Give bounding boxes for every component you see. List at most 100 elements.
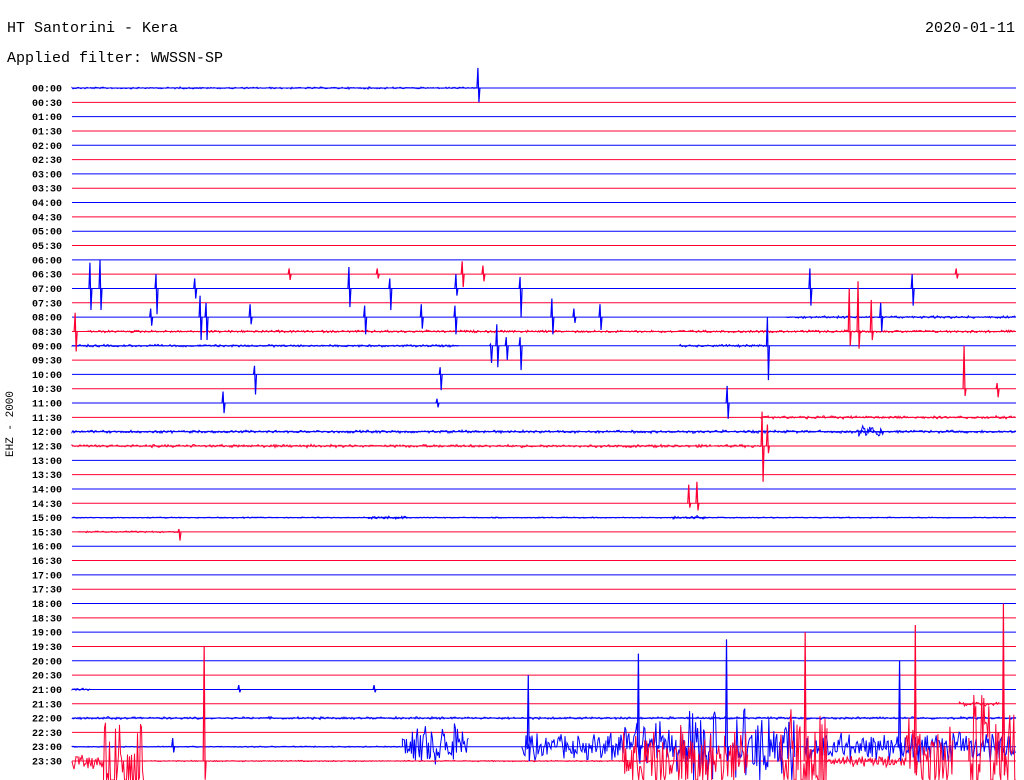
seismic-event-spike — [869, 299, 874, 341]
row-time-label: 21:30 — [32, 700, 62, 711]
seismic-event-spike — [910, 274, 915, 306]
seismic-event-spike — [481, 265, 486, 282]
row-time-label: 14:30 — [32, 500, 62, 511]
seismic-event-spike — [252, 365, 258, 395]
noise-burst — [622, 724, 749, 780]
row-time-label: 18:00 — [32, 600, 62, 611]
row-time-label: 04:30 — [32, 213, 62, 224]
row-time-label: 09:00 — [32, 342, 62, 353]
seismic-event-spike — [518, 276, 523, 318]
seismic-event-spike — [221, 391, 226, 414]
seismic-event-spike — [518, 337, 523, 371]
seismic-event-spike — [375, 268, 380, 279]
row-time-label: 08:00 — [32, 314, 62, 325]
row-time-label: 19:30 — [32, 643, 62, 654]
row-time-label: 14:00 — [32, 485, 62, 496]
row-time-label: 20:30 — [32, 672, 62, 683]
seismic-event-spike — [435, 398, 440, 408]
seismic-event-spike — [765, 317, 771, 381]
row-time-label: 16:30 — [32, 557, 62, 568]
noise-burst — [71, 754, 104, 770]
row-time-label: 23:00 — [32, 743, 62, 754]
seismic-event-spike — [856, 281, 861, 349]
row-time-label: 08:30 — [32, 328, 62, 339]
row-time-label: 01:30 — [32, 127, 62, 138]
row-time-label: 19:00 — [32, 629, 62, 640]
noise-burst — [103, 722, 144, 780]
seismic-event-spike — [438, 367, 443, 391]
noise-burst — [760, 414, 1016, 420]
seismic-event-spike — [248, 304, 253, 325]
row-time-label: 17:30 — [32, 586, 62, 597]
seismic-event-spike — [237, 685, 242, 693]
row-time-label: 00:30 — [32, 99, 62, 110]
row-time-label: 22:30 — [32, 729, 62, 740]
seismic-event-spike — [287, 268, 292, 280]
row-time-label: 11:00 — [32, 400, 62, 411]
seismic-event-spike — [687, 484, 692, 508]
row-time-label: 03:00 — [32, 170, 62, 181]
noise-burst — [77, 530, 179, 534]
row-time-label: 16:00 — [32, 543, 62, 554]
seismic-event-spike — [372, 685, 377, 693]
row-time-label: 07:30 — [32, 299, 62, 310]
row-time-label: 00:00 — [32, 85, 62, 96]
helicorder-plot: 00:00 00:30 01:00 01:30 02:00 02:30 03:00 03:30… — [32, 67, 1017, 780]
seismic-event-spike — [724, 639, 730, 762]
seismic-event-spike — [476, 67, 481, 103]
row-time-label: 18:30 — [32, 614, 62, 625]
row-time-label: 13:00 — [32, 457, 62, 468]
seismic-event-spike — [995, 382, 1000, 398]
seismic-event-spike — [695, 481, 700, 511]
seismic-event-spike — [154, 274, 159, 315]
seismic-event-spike — [347, 266, 352, 308]
seismic-event-spike — [149, 308, 154, 326]
seismic-event-spike — [954, 268, 959, 279]
row-time-label: 17:00 — [32, 571, 62, 582]
row-time-label: 21:00 — [32, 686, 62, 697]
row-time-label: 07:00 — [32, 285, 62, 296]
row-time-label: 02:30 — [32, 156, 62, 167]
seismic-event-spike — [419, 304, 424, 329]
row-time-label: 01:00 — [32, 113, 62, 124]
noise-burst — [785, 314, 1016, 320]
row-time-label: 22:00 — [32, 715, 62, 726]
seismic-event-spike — [454, 274, 459, 296]
row-time-label: 09:30 — [32, 357, 62, 368]
seismic-event-spike — [363, 305, 368, 335]
seismic-event-spike — [171, 738, 176, 753]
row-time-label: 10:00 — [32, 371, 62, 382]
seismic-event-spike — [550, 298, 555, 335]
seismic-event-spike — [572, 308, 577, 323]
row-time-label: 04:00 — [32, 199, 62, 210]
row-time-label: 20:00 — [32, 657, 62, 668]
seismic-event-spike — [198, 295, 203, 341]
seismic-event-spike — [202, 646, 207, 780]
seismic-event-spike — [193, 278, 198, 299]
seismic-event-spike — [504, 337, 509, 361]
seismic-event-spike — [453, 305, 458, 335]
row-time-label: 15:00 — [32, 514, 62, 525]
row-time-label: 06:30 — [32, 271, 62, 282]
seismic-event-spike — [177, 528, 182, 541]
seismic-event-spike — [598, 304, 603, 331]
seismic-event-spike — [495, 324, 500, 368]
row-time-label: 13:30 — [32, 471, 62, 482]
seismic-event-spike — [725, 385, 730, 419]
row-time-label: 05:30 — [32, 242, 62, 253]
row-time-label: 06:00 — [32, 256, 62, 267]
noise-burst — [71, 687, 91, 692]
seismic-event-spike — [388, 278, 393, 310]
seismic-event-spike — [460, 261, 465, 288]
row-time-label: 10:30 — [32, 385, 62, 396]
row-time-label: 12:30 — [32, 443, 62, 454]
seismic-event-spike — [204, 302, 209, 341]
row-time-label: 12:00 — [32, 428, 62, 439]
seismic-event-spike — [636, 653, 641, 762]
seismic-event-spike — [760, 411, 765, 482]
row-time-label: 03:30 — [32, 185, 62, 196]
noise-burst — [401, 723, 469, 765]
row-time-label: 11:30 — [32, 414, 62, 425]
seismic-event-spike — [765, 424, 771, 454]
row-time-label: 15:30 — [32, 528, 62, 539]
